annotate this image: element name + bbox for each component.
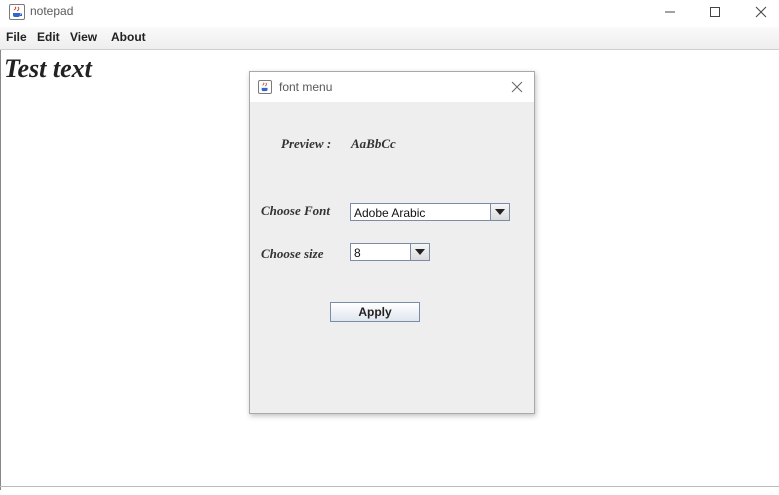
menu-view[interactable]: View xyxy=(70,30,97,44)
maximize-icon xyxy=(710,7,720,17)
java-app-icon xyxy=(9,4,25,20)
minimize-button[interactable] xyxy=(647,0,692,26)
java-app-icon xyxy=(258,80,272,94)
window-title-bar: notepad xyxy=(0,0,779,26)
apply-button[interactable]: Apply xyxy=(330,302,420,322)
font-dropdown-button[interactable] xyxy=(490,204,509,220)
size-select[interactable]: 8 xyxy=(350,243,430,261)
bottom-divider xyxy=(0,486,779,487)
font-menu-dialog: font menu Preview : AaBbCc Choose Font A… xyxy=(249,71,535,414)
close-icon xyxy=(511,81,523,93)
menu-about[interactable]: About xyxy=(111,30,146,44)
maximize-button[interactable] xyxy=(692,0,737,26)
close-icon xyxy=(755,6,767,18)
size-select-value: 8 xyxy=(354,246,361,260)
minimize-icon xyxy=(665,11,675,13)
menu-file[interactable]: File xyxy=(6,30,27,44)
dialog-close-button[interactable] xyxy=(508,78,526,96)
choose-font-label: Choose Font xyxy=(261,203,330,218)
size-dropdown-button[interactable] xyxy=(410,244,429,260)
editor-text: Test text xyxy=(4,54,92,83)
choose-size-label: Choose size xyxy=(261,246,324,261)
close-window-button[interactable] xyxy=(738,0,779,26)
font-select-value: Adobe Arabic xyxy=(354,206,426,220)
preview-sample: AaBbCc xyxy=(351,136,396,151)
dialog-title-bar: font menu xyxy=(250,72,534,102)
chevron-down-icon xyxy=(495,209,505,215)
preview-label: Preview : xyxy=(281,136,332,151)
menu-bar: File Edit View About xyxy=(0,27,779,50)
menu-edit[interactable]: Edit xyxy=(37,30,60,44)
window-title: notepad xyxy=(30,4,74,18)
chevron-down-icon xyxy=(415,249,425,255)
dialog-title: font menu xyxy=(279,80,333,94)
font-select[interactable]: Adobe Arabic xyxy=(350,203,510,221)
